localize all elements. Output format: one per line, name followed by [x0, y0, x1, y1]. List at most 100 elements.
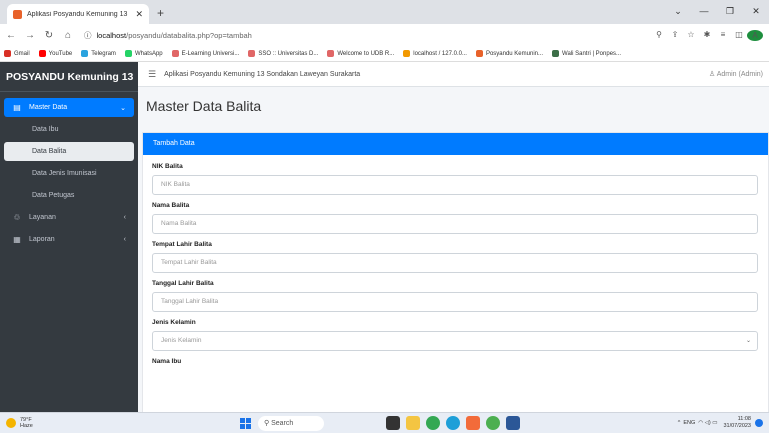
bookmark-item[interactable]: Posyandu Kemunin... [475, 50, 543, 57]
sidebar-item-label: Master Data [29, 104, 68, 111]
bookmark-favicon-icon [552, 50, 559, 57]
bookmark-item[interactable]: Wali Santri | Ponpes... [552, 50, 621, 57]
tray-chevron-icon[interactable]: ^ [678, 420, 681, 426]
task-view-icon[interactable] [386, 416, 400, 430]
chrome-profile-icon[interactable] [486, 416, 500, 430]
battery-icon[interactable]: ▭ [712, 420, 717, 426]
home-icon[interactable]: ⌂ [60, 30, 76, 41]
bookmark-item[interactable]: Telegram [81, 50, 116, 57]
nik-balita-input[interactable]: NIK Balita [152, 175, 758, 195]
site-favicon-icon [13, 9, 22, 19]
bookmark-favicon-icon [38, 50, 46, 57]
bookmark-item[interactable]: SSO :: Universitas D... [248, 50, 318, 57]
chevron-left-icon: ‹ [123, 214, 126, 221]
share-icon[interactable]: ⇪ [667, 30, 683, 41]
bookmark-favicon-icon [171, 50, 179, 57]
taskbar-search-label: Search [271, 420, 294, 427]
jenis-kelamin-select[interactable]: Jenis Kelamin ⌄ [152, 331, 758, 351]
sidebar-item-master-data[interactable]: ▤ Master Data ⌄ [4, 98, 134, 117]
chevron-down-icon: ⌄ [120, 104, 126, 112]
field-label: Tempat Lahir Balita [152, 241, 212, 248]
info-icon[interactable]: ⓘ [84, 30, 92, 41]
address-bar-icons: ⚲ ⇪ ☆ ✱ ≡ ◫ A [651, 29, 763, 41]
main-content: ☰ Aplikasi Posyandu Kemuning 13 Sondakan… [138, 62, 769, 412]
close-tab-icon[interactable]: ✕ [135, 9, 143, 20]
sidebar-item-data-jenis-imunisasi[interactable]: Data Jenis Imunisasi [4, 164, 134, 183]
bookmark-item[interactable]: YouTube [38, 50, 73, 57]
bookmark-label: localhost / 127.0.0... [413, 50, 467, 57]
user-menu[interactable]: ♙ Admin (Admin) [709, 70, 763, 78]
bookmark-item[interactable]: Gmail [4, 50, 30, 57]
wifi-icon[interactable]: ◠ [698, 420, 703, 426]
user-label: Admin (Admin) [716, 71, 763, 78]
restore-icon[interactable]: ❐ [717, 0, 743, 24]
reload-icon[interactable]: ↻ [41, 30, 57, 41]
file-explorer-icon[interactable] [406, 416, 420, 430]
taskbar-search[interactable]: ⚲ Search [258, 416, 324, 431]
language-indicator[interactable]: ENG [683, 420, 695, 426]
window-controls: ⌄ — ❐ ✕ [665, 0, 769, 24]
nama-balita-input[interactable]: Nama Balita [152, 214, 758, 234]
top-navbar: ☰ Aplikasi Posyandu Kemuning 13 Sondakan… [138, 62, 769, 87]
hand-icon: ♲ [13, 213, 21, 222]
url-path: /posyandu/databalita.php?op=tambah [126, 30, 252, 40]
bookmark-favicon-icon [475, 50, 483, 57]
navbar-title: Aplikasi Posyandu Kemuning 13 Sondakan L… [164, 70, 361, 78]
minimize-icon[interactable]: — [691, 0, 717, 24]
bookmark-item[interactable]: WhatsApp [124, 50, 163, 57]
brand-title[interactable]: POSYANDU Kemuning 13 [0, 62, 138, 92]
sidebar-item-layanan[interactable]: ♲ Layanan ‹ [4, 208, 134, 227]
notification-icon[interactable] [755, 419, 763, 427]
sidebar-item-data-balita[interactable]: Data Balita [4, 142, 134, 161]
profile-icon[interactable]: A [747, 29, 763, 41]
bookmark-star-icon[interactable]: ☆ [683, 30, 699, 41]
browser-tab[interactable]: Aplikasi Posyandu Kemuning 13 ✕ [7, 4, 149, 24]
zoom-icon[interactable]: ⚲ [651, 30, 667, 41]
sidebar-item-laporan[interactable]: ▦ Laporan ‹ [4, 230, 134, 249]
start-icon[interactable] [240, 418, 251, 429]
forward-icon[interactable]: → [22, 30, 38, 41]
chrome-icon[interactable] [426, 416, 440, 430]
sidepanel-icon[interactable]: ◫ [731, 30, 747, 41]
field-label: Nama Ibu [152, 358, 182, 365]
form-card: Tambah Data NIK Balita NIK Balita Nama B… [142, 132, 769, 412]
tempat-lahir-input[interactable]: Tempat Lahir Balita [152, 253, 758, 273]
search-icon: ⚲ [264, 420, 270, 427]
select-placeholder: Jenis Kelamin [161, 337, 202, 344]
bookmark-favicon-icon [124, 50, 132, 57]
sidebar-item-label: Data Balita [32, 148, 67, 155]
hamburger-menu-icon[interactable]: ☰ [148, 69, 156, 80]
clock[interactable]: 11:08 31/07/2023 [723, 416, 751, 430]
new-tab-icon[interactable]: + [157, 4, 164, 24]
bookmark-label: YouTube [48, 50, 73, 57]
extensions-icon[interactable]: ✱ [699, 30, 715, 41]
url-host: localhost [96, 30, 127, 40]
tab-search-icon[interactable]: ⌄ [665, 0, 691, 24]
url-field[interactable]: ⓘ localhost/posyandu/databalita.php?op=t… [84, 30, 651, 41]
form-group-nik: NIK Balita NIK Balita [152, 163, 758, 195]
bookmark-item[interactable]: localhost / 127.0.0... [403, 50, 467, 57]
address-bar-row: ← → ↻ ⌂ ⓘ localhost/posyandu/databalita.… [0, 24, 769, 46]
weather-widget[interactable]: 79°F Haze [6, 417, 33, 429]
bookmark-item[interactable]: E-Learning Universi... [171, 50, 239, 57]
system-tray: ^ ENG ◠ ◁) ▭ 11:08 31/07/2023 [678, 416, 763, 430]
report-icon: ▦ [13, 235, 21, 244]
back-icon[interactable]: ← [3, 30, 19, 41]
xampp-icon[interactable] [466, 416, 480, 430]
volume-icon[interactable]: ◁) [705, 420, 711, 426]
field-label: Jenis Kelamin [152, 319, 196, 326]
close-window-icon[interactable]: ✕ [743, 0, 769, 24]
form-group-tempat-lahir: Tempat Lahir Balita Tempat Lahir Balita [152, 241, 758, 273]
sidebar-nav: ▤ Master Data ⌄ Data Ibu Data Balita Dat… [0, 92, 138, 258]
edge-icon[interactable] [446, 416, 460, 430]
tanggal-lahir-input[interactable]: Tanggal Lahir Balita [152, 292, 758, 312]
form-group-tanggal-lahir: Tanggal Lahir Balita Tanggal Lahir Balit… [152, 280, 758, 312]
bookmark-item[interactable]: Welcome to UDB R... [327, 50, 394, 57]
sidebar-item-data-ibu[interactable]: Data Ibu [4, 120, 134, 139]
taskbar: 79°F Haze ⚲ Search ^ ENG ◠ ◁) ▭ 11:08 31… [0, 412, 769, 433]
reading-list-icon[interactable]: ≡ [715, 30, 731, 41]
sidebar-item-data-petugas[interactable]: Data Petugas [4, 186, 134, 205]
word-icon[interactable] [506, 416, 520, 430]
bookmark-favicon-icon [327, 50, 335, 57]
sidebar-item-label: Data Jenis Imunisasi [32, 170, 97, 177]
